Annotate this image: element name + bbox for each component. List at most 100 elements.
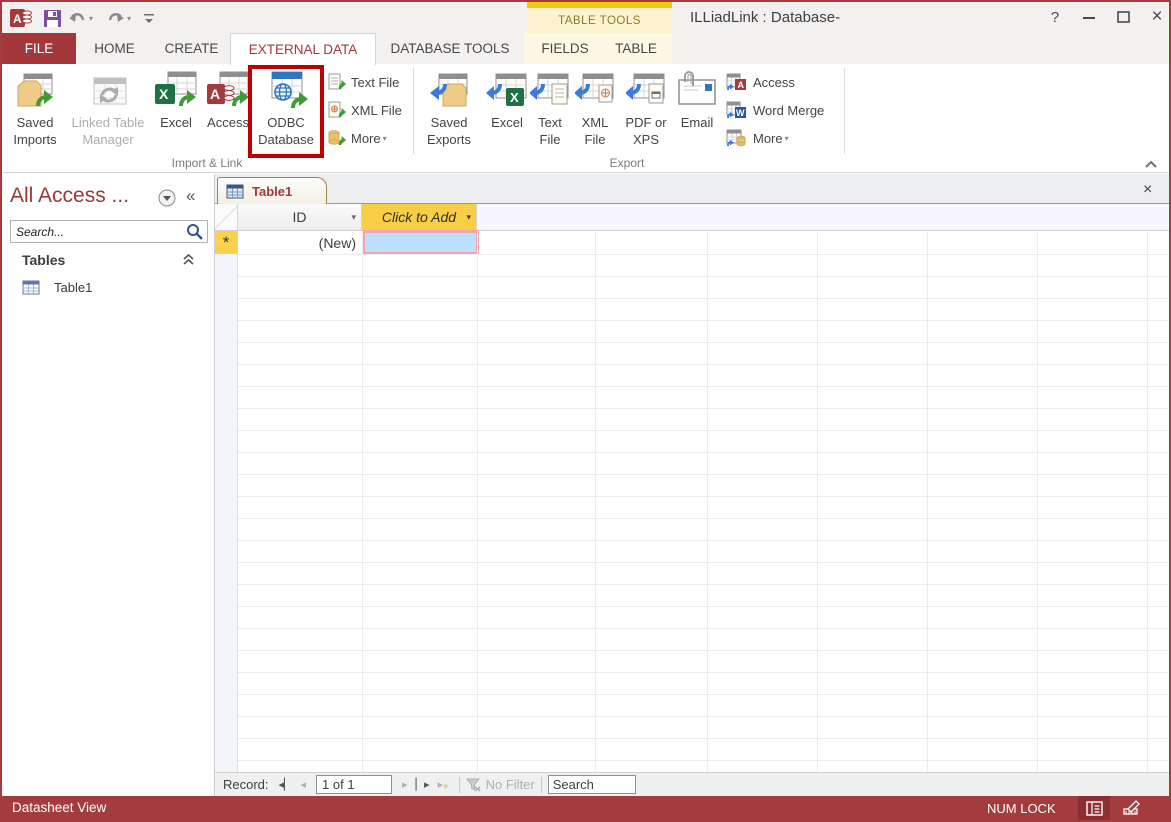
xml-file-import-icon [328,101,346,119]
nav-search-placeholder: Search... [11,225,186,239]
document-tab-bar: Table1 × [215,174,1171,204]
previous-record-icon[interactable]: ◂ [301,778,307,791]
click-to-add-dropdown-icon[interactable]: ▾ [466,212,471,223]
window-title: ILLiadLink : Database- [690,9,840,26]
export-xml-file-button[interactable]: XML File [573,68,617,148]
email-button[interactable]: Email [674,68,720,131]
tab-file[interactable]: FILE [2,33,76,64]
text-file-export-icon [530,68,570,110]
excel-import-icon: X [155,68,197,110]
selected-cell[interactable] [362,230,479,255]
svg-text:X: X [159,86,169,102]
import-text-file-button[interactable]: Text File [328,72,399,92]
access-import-icon: A [207,68,249,110]
document-tab-table1[interactable]: Table1 [217,177,327,204]
minimize-button[interactable] [1074,4,1104,30]
new-record-marker: * [223,233,230,253]
record-search-input[interactable]: Search [548,775,636,794]
next-record-icon[interactable]: ▸ [402,778,408,791]
grid-vline [595,231,596,772]
shutter-close-button[interactable]: « [186,186,195,206]
nav-item-table1[interactable]: Table1 [2,276,215,298]
linked-table-manager-icon [88,68,128,110]
undo-icon[interactable]: ▾ [68,8,93,28]
collapse-group-button[interactable] [182,253,195,271]
table1-icon [22,280,40,295]
new-blank-record-icon[interactable]: ▸⁎ [438,778,449,791]
import-excel-button[interactable]: X Excel [150,68,202,131]
saved-exports-button[interactable]: Saved Exports [416,68,482,148]
more-dropdown-icon: ▾ [785,134,789,143]
title-bar: A ▾ ▾ TABLE TOOLS ILLiadLink : Database-… [2,2,1169,33]
record-label: Record: [223,777,269,792]
export-more-button[interactable]: More ▾ [726,128,789,148]
separator [459,777,460,793]
import-more-button[interactable]: More ▾ [328,128,387,148]
column-header-click-to-add[interactable]: Click to Add ▾ [362,204,477,230]
export-access-button[interactable]: A Access [726,72,795,92]
last-record-icon[interactable]: ▏▸ [416,778,430,791]
more-import-icon [328,129,346,147]
tab-external-data[interactable]: EXTERNAL DATA [230,33,376,65]
close-button[interactable]: × [1142,4,1171,30]
group-separator [413,68,414,154]
email-icon [675,68,719,110]
odbc-highlight-annotation [248,65,324,158]
ribbon-tab-row: FILE HOME CREATE EXTERNAL DATA DATABASE … [2,33,1169,64]
access-window: A ▾ ▾ TABLE TOOLS ILLiadLink : Database-… [0,0,1171,822]
new-record-selector[interactable]: * [215,231,238,254]
export-excel-button[interactable]: X Excel [484,68,530,131]
svg-text:W: W [736,108,745,118]
import-xml-file-button[interactable]: XML File [328,100,402,120]
search-icon[interactable] [186,223,203,240]
nav-search-box[interactable]: Search... [10,220,208,243]
view-status-label: Datasheet View [12,800,106,815]
qat-customize-icon[interactable] [144,8,154,28]
redo-icon[interactable]: ▾ [106,8,131,28]
tab-home[interactable]: HOME [76,33,153,64]
record-position-box[interactable]: 1 of 1 [316,775,392,794]
select-all-corner[interactable] [215,204,238,230]
save-icon[interactable] [44,8,61,28]
word-merge-button[interactable]: W Word Merge [726,100,824,120]
access-export-icon: A [726,73,748,91]
access-app-icon[interactable]: A [10,8,32,28]
tab-fields[interactable]: FIELDS [531,33,599,64]
tab-table[interactable]: TABLE [602,33,670,64]
nav-pane-menu-button[interactable] [158,189,176,212]
export-group-label: Export [542,156,712,170]
design-view-button[interactable] [1116,796,1148,820]
contextual-tab-group: TABLE TOOLS [527,2,672,33]
collapse-ribbon-button[interactable] [1144,156,1158,174]
table-tab-icon [226,184,244,199]
pdf-xps-icon [626,68,666,110]
import-group-label: Import & Link [122,156,292,170]
maximize-button[interactable] [1108,4,1138,30]
help-button[interactable]: ? [1040,4,1070,30]
datasheet-view-button[interactable] [1078,796,1110,820]
nav-item-label: Table1 [54,280,92,295]
close-document-button[interactable]: × [1143,181,1152,199]
no-filter-icon[interactable] [466,778,482,792]
saved-imports-button[interactable]: Saved Imports [4,68,66,148]
import-access-button[interactable]: A Access [204,68,252,131]
navigation-pane: All Access ... « Search... Tables Table1 [2,174,215,796]
document-tab-label: Table1 [252,184,292,199]
undo-dropdown-icon[interactable]: ▾ [89,14,93,23]
tab-create[interactable]: CREATE [153,33,230,64]
linked-table-manager-button[interactable]: Linked Table Manager [68,68,148,148]
grid-vline [1147,231,1148,772]
redo-dropdown-icon[interactable]: ▾ [127,14,131,23]
export-pdf-xps-button[interactable]: PDF or XPS [620,68,672,148]
grid-vline [817,231,818,772]
first-record-icon[interactable]: ◂▏ [279,778,293,791]
tables-group-header[interactable]: Tables [22,252,65,268]
tab-database-tools[interactable]: DATABASE TOOLS [376,33,524,64]
export-text-file-button[interactable]: Text File [530,68,570,148]
minimize-icon [1083,11,1095,23]
new-record-id-cell[interactable]: (New) [238,231,362,254]
id-filter-dropdown-icon[interactable]: ▾ [351,212,356,223]
grid-vline [927,231,928,772]
nav-pane-title: All Access ... [10,184,129,208]
column-header-id[interactable]: ID ▾ [238,204,362,230]
